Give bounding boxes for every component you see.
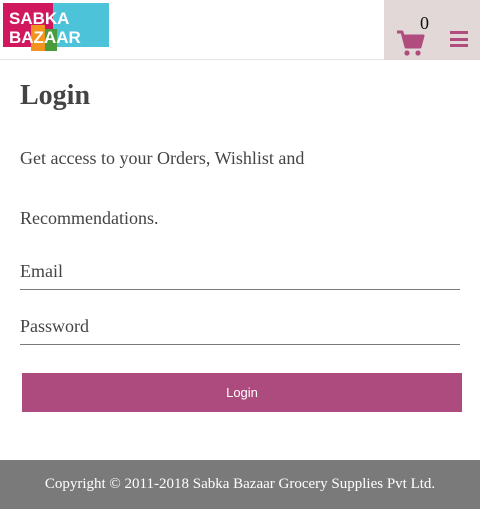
login-button[interactable]: Login xyxy=(22,373,462,412)
site-header: SABKA BAZAAR 0 xyxy=(0,0,480,60)
password-field[interactable] xyxy=(20,309,460,345)
password-field-wrapper xyxy=(20,309,460,345)
header-actions: 0 xyxy=(384,0,480,60)
cart-button[interactable] xyxy=(396,28,426,58)
logo-text-line1: SABKA xyxy=(9,9,69,28)
page-title: Login xyxy=(20,80,91,111)
hamburger-menu-icon[interactable] xyxy=(450,31,468,47)
copyright-text: Copyright © 2011-2018 Sabka Bazaar Groce… xyxy=(44,476,436,492)
site-footer: Copyright © 2011-2018 Sabka Bazaar Groce… xyxy=(0,460,480,509)
login-description: Get access to your Orders, Wishlist and … xyxy=(20,148,305,228)
cart-icon xyxy=(397,30,425,56)
sabka-bazaar-logo[interactable]: SABKA BAZAAR xyxy=(3,3,109,51)
logo-text-line2: BAZAAR xyxy=(9,28,81,47)
email-field[interactable] xyxy=(20,254,460,290)
email-field-wrapper xyxy=(20,254,460,290)
